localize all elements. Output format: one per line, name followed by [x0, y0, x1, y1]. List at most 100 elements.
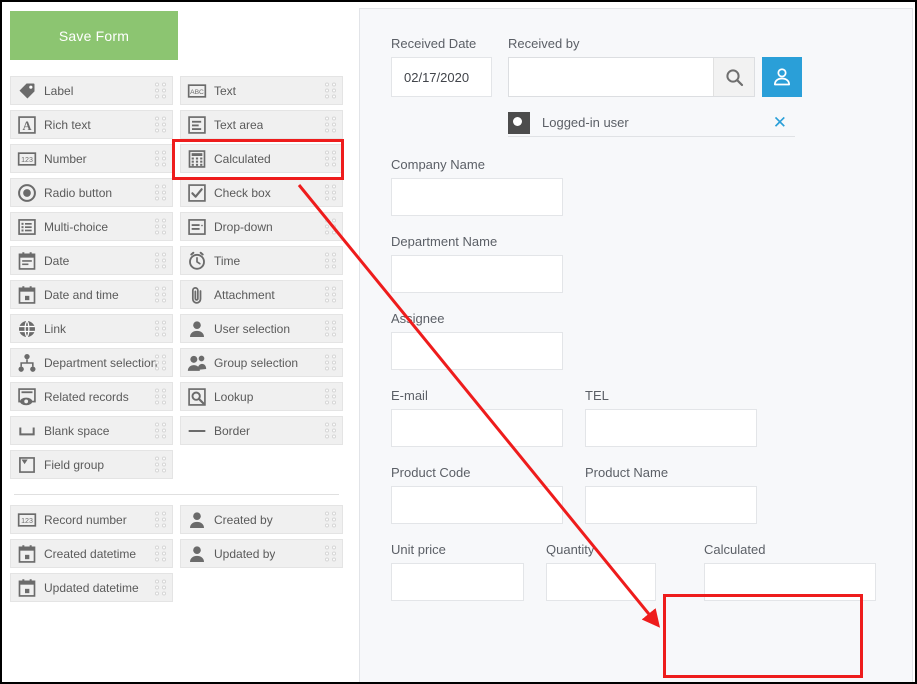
drag-handle-icon[interactable]: [155, 116, 167, 133]
palette-item-check-box[interactable]: Check box: [180, 178, 343, 207]
palette-item-group-selection[interactable]: Group selection: [180, 348, 343, 377]
drag-handle-icon[interactable]: [155, 422, 167, 439]
palette-item-attachment[interactable]: Attachment: [180, 280, 343, 309]
received-date-value: 02/17/2020: [404, 69, 470, 85]
drag-handle-icon[interactable]: [155, 150, 167, 167]
drag-handle-icon[interactable]: [155, 388, 167, 405]
field-input[interactable]: [391, 409, 563, 447]
palette-item-date-and-time[interactable]: Date and time: [10, 280, 173, 309]
drag-handle-icon[interactable]: [155, 354, 167, 371]
close-icon[interactable]: ✕: [773, 114, 787, 131]
palette-item-number[interactable]: 123 Number: [10, 144, 173, 173]
drag-handle-icon[interactable]: [155, 545, 167, 562]
palette-item-date[interactable]: Date: [10, 246, 173, 275]
palette-group-system-fields: 123 Record number Created by Created dateti…: [10, 505, 344, 607]
palette-item-lookup[interactable]: Lookup: [180, 382, 343, 411]
palette-item-updated-datetime[interactable]: Updated datetime: [10, 573, 173, 602]
palette-item-label: Calculated: [214, 151, 271, 166]
drag-handle-icon[interactable]: [325, 320, 337, 337]
field-label: Product Code: [391, 465, 471, 480]
selected-user-name: Logged-in user: [542, 115, 629, 130]
palette-item-time[interactable]: Time: [180, 246, 343, 275]
form-field-block: Quantity: [546, 542, 656, 601]
palette-item-blank-space[interactable]: Blank space: [10, 416, 173, 445]
palette-item-calculated[interactable]: Calculated: [180, 144, 343, 173]
drag-handle-icon[interactable]: [325, 184, 337, 201]
palette-divider: [14, 494, 339, 495]
palette-item-label: Drop-down: [214, 219, 273, 234]
calendar-clock-icon: [17, 285, 37, 305]
palette-item-border[interactable]: Border: [180, 416, 343, 445]
received-date-field: Received Date 02/17/2020: [391, 36, 492, 97]
form-field-block: E-mail: [391, 388, 563, 447]
drag-handle-icon[interactable]: [155, 320, 167, 337]
form-field-block: Department Name: [391, 234, 891, 293]
form-field-block: Product Name: [585, 465, 757, 524]
field-input[interactable]: [391, 563, 524, 601]
palette-item-created-by[interactable]: Created by: [180, 505, 343, 534]
palette-item-label: Border: [214, 423, 251, 438]
palette-item-label: Text: [214, 83, 237, 98]
palette-item-multi-choice[interactable]: Multi-choice: [10, 212, 173, 241]
palette-item-field-group[interactable]: Field group: [10, 450, 173, 479]
drag-handle-icon[interactable]: [325, 388, 337, 405]
drag-handle-icon[interactable]: [325, 422, 337, 439]
field-input[interactable]: [585, 409, 757, 447]
field-input[interactable]: [546, 563, 656, 601]
drag-handle-icon[interactable]: [155, 456, 167, 473]
search-icon[interactable]: [713, 58, 754, 96]
palette-item-record-number[interactable]: 123 Record number: [10, 505, 173, 534]
calendar-icon: [17, 251, 37, 271]
field-input[interactable]: [391, 178, 563, 216]
palette-item-label[interactable]: Label: [10, 76, 173, 105]
received-date-input[interactable]: 02/17/2020: [391, 57, 492, 97]
drag-handle-icon[interactable]: [155, 218, 167, 235]
user-select-icon[interactable]: [762, 57, 802, 97]
palette-item-empty: [180, 573, 343, 602]
received-row: Received Date 02/17/2020 Received by: [391, 36, 802, 97]
palette-row: Updated datetime: [10, 573, 344, 602]
field-input[interactable]: [704, 563, 876, 601]
drag-handle-icon[interactable]: [155, 82, 167, 99]
calculator-icon: [187, 149, 207, 169]
palette-item-updated-by[interactable]: Updated by: [180, 539, 343, 568]
field-input[interactable]: [585, 486, 757, 524]
drag-handle-icon[interactable]: [325, 354, 337, 371]
palette-item-radio-button[interactable]: Radio button: [10, 178, 173, 207]
palette-item-user-selection[interactable]: User selection: [180, 314, 343, 343]
palette-item-related-records[interactable]: Related records: [10, 382, 173, 411]
field-input[interactable]: [391, 486, 563, 524]
field-value: [586, 410, 756, 446]
abc-text-icon: ABC: [187, 81, 207, 101]
palette-item-link[interactable]: Link: [10, 314, 173, 343]
drag-handle-icon[interactable]: [155, 184, 167, 201]
drag-handle-icon[interactable]: [325, 286, 337, 303]
received-by-input[interactable]: [509, 58, 713, 96]
drag-handle-icon[interactable]: [325, 150, 337, 167]
drag-handle-icon[interactable]: [155, 579, 167, 596]
palette-item-label: Radio button: [44, 185, 113, 200]
drag-handle-icon[interactable]: [325, 82, 337, 99]
field-input[interactable]: [391, 332, 563, 370]
palette-item-rich-text[interactable]: A Rich text: [10, 110, 173, 139]
form-field-block: Company Name: [391, 157, 891, 216]
drag-handle-icon[interactable]: [325, 545, 337, 562]
save-form-button[interactable]: Save Form: [10, 11, 178, 60]
palette-item-created-datetime[interactable]: Created datetime: [10, 539, 173, 568]
drag-handle-icon[interactable]: [155, 286, 167, 303]
field-value: [392, 179, 562, 215]
palette-item-text[interactable]: ABC Text: [180, 76, 343, 105]
palette-row: Related records Lookup: [10, 382, 344, 411]
drag-handle-icon[interactable]: [325, 116, 337, 133]
drag-handle-icon[interactable]: [155, 252, 167, 269]
form-field-block: Assignee: [391, 311, 891, 370]
palette-item-text-area[interactable]: Text area: [180, 110, 343, 139]
field-input[interactable]: [391, 255, 563, 293]
drag-handle-icon[interactable]: [325, 252, 337, 269]
drag-handle-icon[interactable]: [325, 511, 337, 528]
palette-row: Link User selection: [10, 314, 344, 343]
drag-handle-icon[interactable]: [155, 511, 167, 528]
palette-item-drop-down[interactable]: Drop-down: [180, 212, 343, 241]
palette-item-department-selection[interactable]: Department selection: [10, 348, 173, 377]
drag-handle-icon[interactable]: [325, 218, 337, 235]
